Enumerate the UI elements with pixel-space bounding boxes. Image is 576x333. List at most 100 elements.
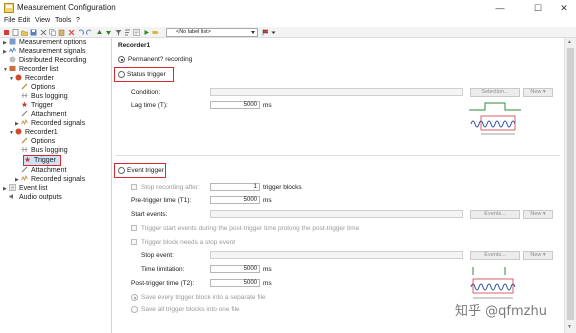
menu-tools[interactable]: Tools — [55, 17, 71, 24]
play-icon[interactable] — [143, 29, 150, 36]
stop-after-input[interactable]: 1 — [210, 183, 260, 191]
status-trigger-radio[interactable] — [118, 71, 125, 78]
recorder-icon — [15, 74, 22, 81]
start-new-button[interactable]: New ▾ — [523, 210, 553, 219]
attachment-icon — [21, 110, 28, 117]
cut-icon[interactable] — [40, 29, 47, 36]
new-icon[interactable] — [12, 29, 19, 36]
label-list-value: <No label list> — [176, 29, 211, 35]
signals-icon — [21, 119, 28, 125]
selection-button[interactable]: Selection... — [470, 88, 520, 97]
label-list-select[interactable]: <No label list> — [166, 28, 258, 37]
dropdown-arrow-icon[interactable] — [270, 29, 277, 36]
stop-after-checkbox[interactable] — [131, 184, 137, 190]
stop-after-unit: trigger blocks — [263, 184, 302, 191]
tree-item-bus-logging[interactable]: Bus logging — [21, 92, 68, 101]
tree-item-measurement-signals[interactable]: ▶ Measurement signals — [3, 47, 86, 56]
tree-item-options[interactable]: Options — [21, 137, 55, 146]
app-icon — [4, 3, 14, 13]
posttrigger-input[interactable]: 5000 — [210, 279, 260, 287]
menu-view[interactable]: View — [35, 17, 50, 24]
window-title: Measurement Configuration — [17, 3, 116, 12]
start-events-field[interactable] — [210, 210, 463, 218]
tree-item-options[interactable]: Options — [21, 83, 55, 92]
panel-heading: Recorder1 — [118, 42, 151, 49]
tree-item-event-list[interactable]: ▶ Event list — [3, 184, 47, 193]
scroll-down-icon[interactable]: ▼ — [567, 324, 572, 330]
title-bar: Measurement Configuration — ☐ ✕ — [0, 0, 576, 16]
navigation-tree: ▶ Measurement options ▶ Measurement signal… — [0, 38, 112, 333]
delete-icon[interactable] — [68, 29, 75, 36]
label-icon[interactable] — [152, 29, 159, 36]
redo-icon[interactable] — [86, 29, 93, 36]
tree-item-trigger[interactable]: Trigger — [21, 101, 53, 110]
toolbar: <No label list> — [0, 27, 576, 38]
lag-time-input[interactable]: 5000 — [210, 101, 260, 109]
status-new-button[interactable]: New ▾ — [523, 88, 553, 97]
menu-file[interactable]: File — [4, 17, 15, 24]
status-trigger-diagram-icon — [467, 100, 523, 138]
menu-edit[interactable]: Edit — [18, 17, 30, 24]
permanent-recording-radio[interactable] — [118, 56, 125, 63]
one-file-radio[interactable] — [131, 306, 138, 313]
tree-item-recorded-signals[interactable]: ▶ Recorded signals — [15, 119, 85, 128]
lag-time-unit: ms — [263, 102, 272, 109]
bus-icon — [21, 93, 28, 98]
stop-new-label: New — [530, 252, 542, 258]
menu-help[interactable]: ? — [76, 17, 80, 24]
tree-item-recorded-signals[interactable]: ▶ Recorded signals — [15, 175, 85, 184]
pretrigger-input[interactable]: 5000 — [210, 196, 260, 204]
stop-after-label: Stop recording after: — [141, 184, 200, 191]
tree-item-recorder1[interactable]: ▼ Recorder1 — [9, 128, 58, 137]
pretrigger-label: Pre-trigger time (T1): — [131, 197, 192, 204]
flag-icon[interactable] — [262, 29, 269, 36]
tree-item-attachment[interactable]: Attachment — [21, 110, 66, 119]
needs-stop-checkbox[interactable] — [131, 239, 137, 245]
open-icon[interactable] — [21, 29, 28, 36]
time-limit-input[interactable]: 5000 — [210, 265, 260, 273]
tree-item-audio-outputs[interactable]: Audio outputs — [9, 193, 62, 202]
condition-field[interactable] — [210, 88, 463, 96]
stop-event-field[interactable] — [210, 251, 463, 259]
menu-bar: File Edit View Tools ? — [0, 16, 576, 27]
tree-item-measurement-options[interactable]: ▶ Measurement options — [3, 38, 86, 47]
tree-item-recorder[interactable]: ▼ Recorder — [9, 74, 54, 83]
tree-item-recorder-list[interactable]: ▼ Recorder list — [3, 65, 58, 74]
tree-item-bus-logging[interactable]: Bus logging — [21, 146, 68, 155]
maximize-button[interactable]: ☐ — [530, 2, 546, 14]
prolong-checkbox[interactable] — [131, 225, 137, 231]
properties-icon[interactable] — [133, 29, 140, 36]
pretrigger-unit: ms — [263, 197, 272, 204]
stop-events-button[interactable]: Events... — [470, 251, 520, 260]
filter-icon[interactable] — [115, 29, 122, 36]
separate-file-radio[interactable] — [131, 294, 138, 301]
vertical-scrollbar[interactable]: ▲ ▼ — [564, 38, 576, 333]
event-list-icon — [9, 184, 16, 191]
arrow-down-icon[interactable] — [105, 29, 112, 36]
stop-new-button[interactable]: New ▾ — [523, 251, 553, 260]
copy-icon[interactable] — [49, 29, 56, 36]
tree-item-attachment[interactable]: Attachment — [21, 166, 66, 175]
tree-item-trigger-selected[interactable]: Trigger — [23, 155, 61, 166]
status-trigger-label: Status trigger — [127, 71, 166, 78]
time-limit-label: Time limitation: — [141, 266, 185, 273]
one-file-label: Save all trigger blocks into one file — [141, 306, 240, 313]
stop-icon[interactable] — [3, 29, 10, 36]
sort-icon[interactable] — [124, 29, 131, 36]
options-icon — [21, 137, 28, 144]
event-trigger-radio[interactable] — [118, 167, 125, 174]
paste-icon[interactable] — [58, 29, 65, 36]
close-button[interactable]: ✕ — [556, 2, 572, 14]
start-new-label: New — [530, 211, 542, 217]
section-divider — [116, 155, 560, 156]
scroll-up-icon[interactable]: ▲ — [567, 39, 572, 45]
scrollbar-thumb[interactable] — [567, 48, 574, 320]
start-events-button[interactable]: Events... — [470, 210, 520, 219]
bus-icon — [21, 147, 28, 152]
posttrigger-label: Post-trigger time (T2): — [131, 280, 195, 287]
undo-icon[interactable] — [77, 29, 84, 36]
minimize-button[interactable]: — — [492, 2, 508, 14]
arrow-up-icon[interactable] — [96, 29, 103, 36]
tree-item-distributed-recording[interactable]: Distributed Recording — [9, 56, 86, 65]
save-icon[interactable] — [30, 29, 37, 36]
